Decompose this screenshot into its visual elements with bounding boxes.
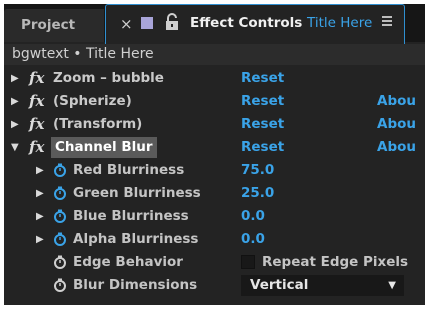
stopwatch-icon bbox=[54, 278, 66, 292]
dropdown-arrow-icon[interactable]: ▼ bbox=[388, 275, 396, 296]
close-icon[interactable]: × bbox=[120, 15, 133, 33]
panel-title-label: Effect Controls bbox=[190, 15, 303, 31]
effect-row-channel-blur[interactable]: ▼ fx Channel Blur Reset Abou bbox=[4, 136, 425, 159]
reset-link[interactable]: Reset bbox=[241, 136, 284, 159]
stopwatch-icon[interactable] bbox=[53, 163, 67, 177]
collapse-triangle-icon[interactable]: ▼ bbox=[11, 136, 19, 159]
tab-effect-controls[interactable]: × Effect Controls Title Here bbox=[105, 4, 405, 44]
panel-tab-bar: Project × Effect Controls Title Here bbox=[4, 4, 425, 44]
expand-triangle-icon[interactable]: ▶ bbox=[11, 90, 19, 113]
stopwatch-icon[interactable] bbox=[53, 209, 67, 223]
comp-name-label: Title Here bbox=[307, 15, 373, 31]
stopwatch-icon[interactable] bbox=[53, 232, 67, 246]
about-link[interactable]: Abou bbox=[377, 136, 416, 159]
property-value[interactable]: 25.0 bbox=[241, 182, 274, 205]
property-name: Blur Dimensions bbox=[73, 277, 198, 293]
layer-breadcrumb: bgwtext • Title Here bbox=[4, 44, 425, 65]
expand-triangle-icon[interactable]: ▶ bbox=[11, 113, 19, 136]
property-name: Green Blurriness bbox=[73, 185, 201, 201]
stopwatch-icon bbox=[54, 255, 66, 269]
property-name: Alpha Blurriness bbox=[73, 231, 199, 247]
effect-name: (Spherize) bbox=[53, 93, 132, 109]
panel-title: Effect Controls Title Here bbox=[190, 15, 372, 31]
effect-name: Channel Blur bbox=[51, 137, 157, 158]
property-name: Red Blurriness bbox=[73, 162, 185, 178]
effect-name: (Transform) bbox=[53, 116, 143, 132]
reset-link[interactable]: Reset bbox=[241, 113, 284, 136]
expand-triangle-icon[interactable]: ▶ bbox=[36, 182, 44, 205]
about-link[interactable]: Abou bbox=[377, 90, 416, 113]
stopwatch-icon[interactable] bbox=[53, 186, 67, 200]
tab-project[interactable]: Project bbox=[4, 9, 104, 42]
select-value: Vertical bbox=[250, 277, 309, 293]
repeat-edge-pixels-checkbox[interactable] bbox=[241, 255, 255, 269]
expand-triangle-icon[interactable]: ▶ bbox=[36, 228, 44, 251]
effect-row-zoom-bubble[interactable]: ▶ fx Zoom – bubble Reset bbox=[4, 67, 425, 90]
reset-link[interactable]: Reset bbox=[241, 90, 284, 113]
property-row-green-blurriness[interactable]: ▶ Green Blurriness 25.0 bbox=[4, 182, 425, 205]
expand-triangle-icon[interactable]: ▶ bbox=[36, 159, 44, 182]
effect-controls-panel: Project × Effect Controls Title Here bgw… bbox=[4, 4, 425, 305]
expand-triangle-icon[interactable]: ▶ bbox=[11, 67, 19, 90]
fx-icon[interactable]: fx bbox=[29, 136, 44, 159]
about-link[interactable]: Abou bbox=[377, 113, 416, 136]
fx-icon[interactable]: fx bbox=[29, 113, 44, 136]
fx-icon[interactable]: fx bbox=[29, 67, 44, 90]
property-value[interactable]: 0.0 bbox=[241, 228, 265, 251]
property-row-blur-dimensions[interactable]: Blur Dimensions Vertical ▼ bbox=[4, 274, 425, 297]
fx-icon[interactable]: fx bbox=[29, 90, 44, 113]
property-row-red-blurriness[interactable]: ▶ Red Blurriness 75.0 bbox=[4, 159, 425, 182]
expand-triangle-icon[interactable]: ▶ bbox=[36, 205, 44, 228]
effect-row-spherize[interactable]: ▶ fx (Spherize) Reset Abou bbox=[4, 90, 425, 113]
property-name: Blue Blurriness bbox=[73, 208, 189, 224]
blur-dimensions-select[interactable]: Vertical ▼ bbox=[241, 275, 404, 296]
property-row-blue-blurriness[interactable]: ▶ Blue Blurriness 0.0 bbox=[4, 205, 425, 228]
checkbox-label[interactable]: Repeat Edge Pixels bbox=[262, 251, 408, 274]
reset-link[interactable]: Reset bbox=[241, 67, 284, 90]
property-name: Edge Behavior bbox=[73, 254, 183, 270]
label-color-swatch-icon bbox=[141, 17, 153, 29]
effect-name: Zoom – bubble bbox=[53, 70, 164, 86]
property-value[interactable]: 0.0 bbox=[241, 205, 265, 228]
property-row-alpha-blurriness[interactable]: ▶ Alpha Blurriness 0.0 bbox=[4, 228, 425, 251]
hamburger-menu-icon[interactable] bbox=[382, 16, 392, 26]
effect-row-transform[interactable]: ▶ fx (Transform) Reset Abou bbox=[4, 113, 425, 136]
property-row-edge-behavior[interactable]: Edge Behavior Repeat Edge Pixels bbox=[4, 251, 425, 274]
property-value[interactable]: 75.0 bbox=[241, 159, 274, 182]
lock-icon[interactable] bbox=[164, 13, 180, 31]
